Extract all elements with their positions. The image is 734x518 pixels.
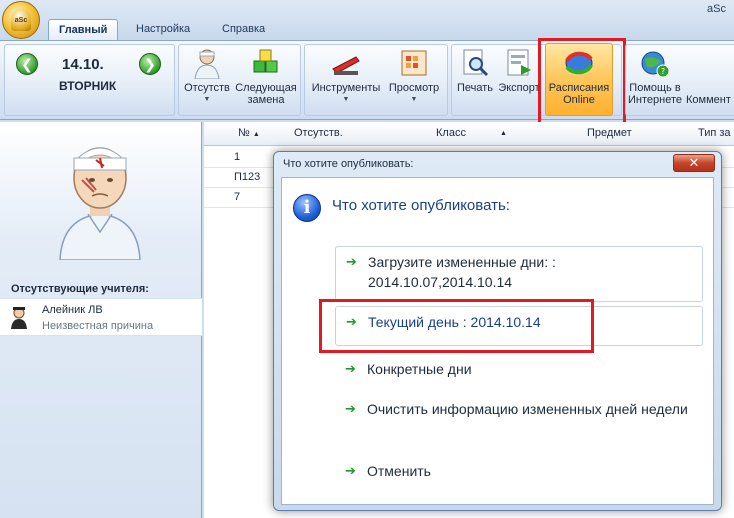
preview-label: Просмотр: [388, 82, 440, 94]
ribbon: ❮ ❯ 14.10. ВТОРНИК Отсутств ▼ Следующая …: [0, 38, 734, 125]
next-substitution-label: Следующая замена: [235, 82, 297, 106]
help-internet-label: Помощь в Интернете: [628, 82, 682, 106]
green-arrow-icon: ➔: [345, 401, 356, 416]
sort-up-icon: ▲: [500, 130, 507, 137]
comment-icon: [710, 47, 730, 79]
cancel-label: Отменить: [367, 463, 431, 479]
sort-up-icon: ▲: [252, 131, 260, 138]
green-arrow-icon: ➔: [345, 463, 356, 478]
print-label: Печать: [456, 82, 494, 94]
cancel-option[interactable]: ➔ Отменить: [335, 456, 703, 488]
export-icon: [507, 49, 531, 76]
column-absent[interactable]: Отсутств.: [294, 127, 343, 139]
row-number: 7: [234, 191, 241, 203]
current-weekday: ВТОРНИК: [59, 79, 117, 93]
column-class[interactable]: Класс: [436, 127, 466, 139]
dialog-title: Что хотите опубликовать:: [283, 158, 414, 170]
preview-button[interactable]: Просмотр ▼: [384, 47, 444, 106]
online-schedule-content[interactable]: Расписания Online: [545, 47, 613, 106]
teacher-avatar-icon: [11, 307, 27, 329]
absent-teachers-title: Отсутствующие учителя:: [11, 283, 149, 295]
print-magnifier-icon: [463, 49, 489, 77]
green-arrow-icon: ➔: [345, 361, 356, 376]
upload-changed-days-label: Загрузите измененные дни: : 2014.10.07,2…: [368, 254, 556, 290]
tab-help[interactable]: Справка: [212, 19, 275, 40]
current-day-option[interactable]: ➔ Текущий день : 2014.10.14: [335, 306, 703, 346]
globe-help-icon: ?: [641, 51, 670, 78]
next-day-button[interactable]: ❯: [139, 53, 161, 75]
row-number: 1: [234, 151, 241, 163]
arrow-left-icon: ❮: [21, 56, 33, 72]
comments-label: Коммент: [686, 94, 731, 106]
calendar-preview-icon: [401, 50, 427, 76]
tab-main[interactable]: Главный: [48, 19, 119, 40]
green-arrow-icon: ➔: [346, 314, 357, 329]
dialog-close-button[interactable]: ✕: [673, 154, 715, 172]
absent-button[interactable]: Отсутств ▼: [183, 47, 231, 106]
orb-label: aSc: [14, 16, 28, 24]
grid-header: № ▲ Отсутств. Класс ▲ Предмет Тип за: [204, 122, 734, 146]
tools-button[interactable]: Инструменты ▼: [308, 47, 384, 106]
current-date: 14.10.: [62, 56, 104, 73]
sync-globe-icon: [565, 51, 593, 75]
arrow-right-icon: ❯: [144, 56, 156, 72]
next-substitution-button[interactable]: Следующая замена: [235, 47, 297, 106]
print-button[interactable]: Печать: [454, 47, 496, 94]
absent-teacher-row[interactable]: Алейник ЛВ Неизвестная причина: [0, 298, 202, 336]
current-day-label: Текущий день : 2014.10.14: [368, 314, 541, 330]
tab-settings[interactable]: Настройка: [126, 19, 200, 40]
comments-button[interactable]: Коммент: [686, 47, 734, 106]
chevron-down-icon: ▼: [203, 96, 211, 103]
absent-label: Отсутств: [184, 82, 230, 94]
export-button[interactable]: Экспорт: [497, 47, 541, 94]
dialog-heading: Что хотите опубликовать:: [332, 197, 510, 214]
absent-teacher-reason: Неизвестная причина: [42, 320, 154, 332]
tools-label: Инструменты: [311, 82, 381, 94]
left-panel: Отсутствующие учителя: Алейник ЛВ Неизве…: [0, 122, 202, 518]
chevron-down-icon: ▼: [410, 96, 418, 103]
app-menu-button[interactable]: aSc: [2, 1, 40, 39]
info-icon: i: [293, 194, 321, 222]
window-title: aSc: [707, 3, 726, 15]
column-number[interactable]: № ▲: [238, 127, 260, 139]
row-number: П123: [234, 171, 261, 183]
absent-teacher-name: Алейник ЛВ: [42, 304, 103, 316]
export-label: Экспорт: [498, 82, 540, 94]
bell-icon: aSc: [11, 9, 31, 31]
clear-changed-days-label: Очистить информацию измененных дней неде…: [367, 401, 688, 417]
clear-changed-days-option[interactable]: ➔ Очистить информацию измененных дней не…: [335, 394, 703, 442]
chevron-down-icon: ▼: [342, 96, 350, 103]
doctor-icon: [194, 49, 220, 79]
stapler-icon: [332, 56, 360, 75]
specific-days-option[interactable]: ➔ Конкретные дни: [335, 354, 703, 386]
online-schedule-label: Расписания Online: [548, 82, 610, 106]
svg-text:?: ?: [661, 67, 665, 76]
specific-days-label: Конкретные дни: [367, 361, 472, 377]
column-subject[interactable]: Предмет: [587, 127, 632, 139]
title-bar: aSc aSc Главный Настройка Справка: [0, 0, 734, 40]
help-internet-button[interactable]: ? Помощь в Интернете: [624, 47, 686, 106]
upload-changed-days-option[interactable]: ➔ Загрузите измененные дни: : 2014.10.07…: [335, 246, 703, 302]
cubes-icon: [253, 49, 278, 73]
prev-day-button[interactable]: ❮: [16, 53, 38, 75]
column-number-label: №: [238, 127, 250, 139]
injured-teacher-icon: [59, 147, 141, 260]
publish-dialog: Что хотите опубликовать: ✕ i Что хотите …: [273, 151, 722, 511]
dialog-body: i Что хотите опубликовать: ➔ Загрузите и…: [281, 177, 714, 505]
column-type[interactable]: Тип за: [698, 127, 731, 139]
close-icon: ✕: [688, 155, 700, 170]
green-arrow-icon: ➔: [346, 254, 357, 269]
